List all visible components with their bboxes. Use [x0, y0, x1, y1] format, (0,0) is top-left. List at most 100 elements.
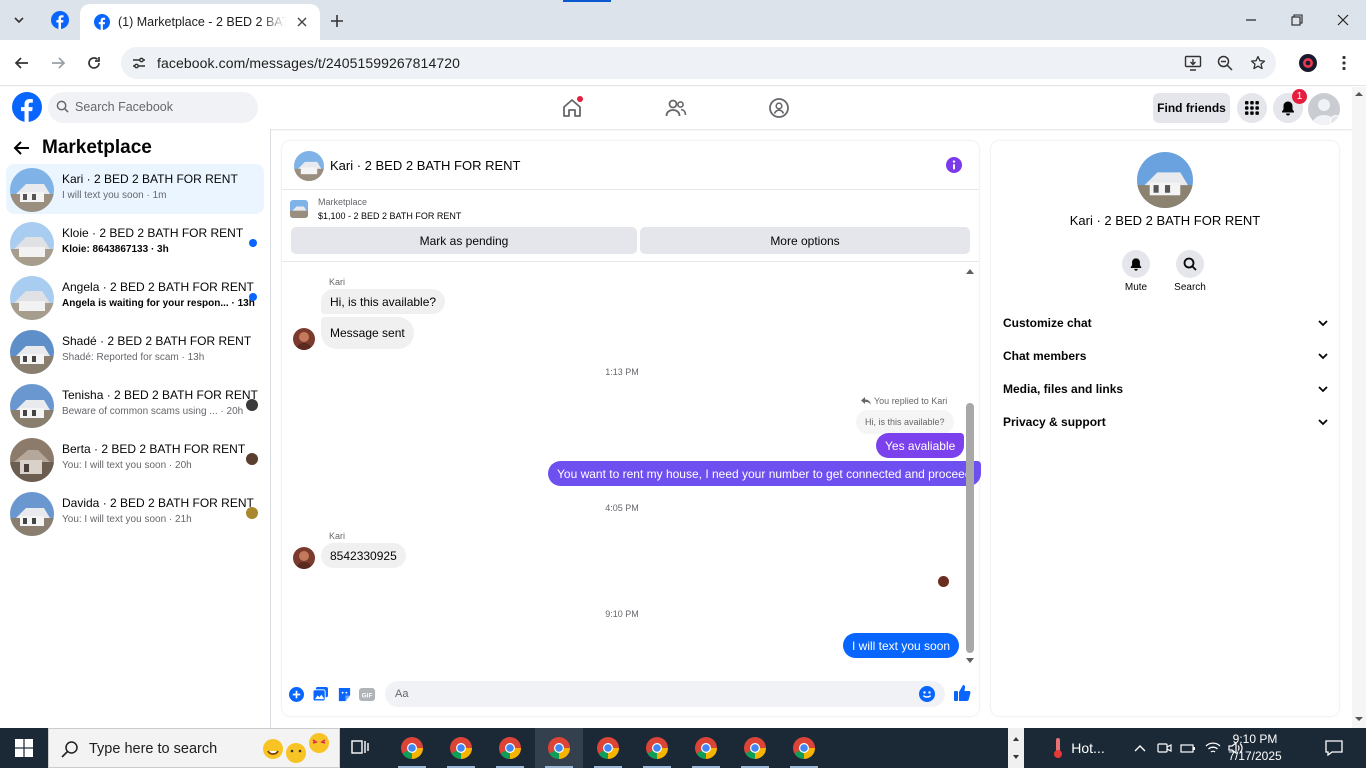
- outgoing-message[interactable]: I will text you soon: [843, 633, 960, 658]
- profile-photo[interactable]: [1137, 152, 1193, 208]
- facebook-search-input[interactable]: Search Facebook: [48, 92, 258, 123]
- chrome-window[interactable]: [633, 728, 681, 768]
- incoming-message[interactable]: Hi, is this available?: [321, 289, 446, 314]
- profile-chevron[interactable]: [1330, 115, 1340, 125]
- outgoing-message[interactable]: You want to rent my house, I need your n…: [548, 461, 981, 486]
- conversation-item[interactable]: Tenisha · 2 BED 2 BATH FOR RENT Beware o…: [6, 380, 264, 430]
- pinned-facebook-tab[interactable]: [42, 2, 78, 38]
- mute-button[interactable]: Mute: [1111, 250, 1161, 293]
- attach-photo-button[interactable]: [312, 686, 328, 702]
- sender-avatar[interactable]: [293, 547, 315, 569]
- sticker-button[interactable]: [336, 686, 352, 702]
- facebook-logo[interactable]: [12, 92, 42, 122]
- chrome-window[interactable]: [486, 728, 534, 768]
- incoming-message[interactable]: 8542330925: [321, 543, 406, 568]
- task-view-button[interactable]: [336, 728, 384, 768]
- house-photo-icon: [10, 168, 54, 212]
- groups-nav[interactable]: [764, 94, 794, 122]
- emoji-button[interactable]: [919, 686, 935, 702]
- outgoing-message[interactable]: Yes avaliable: [876, 433, 965, 458]
- gif-button[interactable]: GIF: [359, 686, 375, 702]
- customize-chat-section[interactable]: Customize chat: [1003, 310, 1329, 336]
- mark-as-pending-button[interactable]: Mark as pending: [291, 227, 637, 254]
- listing-title[interactable]: $1,100 - 2 BED 2 BATH FOR RENT: [318, 211, 461, 221]
- conversation-item[interactable]: Kloie · 2 BED 2 BATH FOR RENT Kloie: 864…: [6, 218, 264, 268]
- conversation-item[interactable]: Kari · 2 BED 2 BATH FOR RENT I will text…: [6, 164, 264, 214]
- conversation-name: Davida · 2 BED 2 BATH FOR RENT: [62, 496, 254, 510]
- sender-avatar[interactable]: [293, 328, 315, 350]
- new-tab-button[interactable]: [326, 10, 348, 32]
- menu-button[interactable]: [1237, 93, 1267, 123]
- media-files-links-section[interactable]: Media, files and links: [1003, 376, 1329, 402]
- search-in-conversation-button[interactable]: Search: [1165, 250, 1215, 293]
- show-hidden-icons[interactable]: [1130, 728, 1150, 768]
- weather-widget[interactable]: Hot...: [1040, 728, 1116, 768]
- chrome-window[interactable]: [584, 728, 632, 768]
- taskbar-search[interactable]: Type here to search: [48, 728, 340, 768]
- conversation-item[interactable]: Shadé · 2 BED 2 BATH FOR RENT Shadé: Rep…: [6, 326, 264, 376]
- arrow-left-icon[interactable]: [12, 138, 32, 158]
- minimize-button[interactable]: [1238, 8, 1264, 32]
- close-window-button[interactable]: [1330, 8, 1356, 32]
- privacy-support-section[interactable]: Privacy & support: [1003, 409, 1329, 435]
- tab-search-button[interactable]: [6, 8, 32, 32]
- chrome-window[interactable]: [731, 728, 779, 768]
- page-scrollbar[interactable]: [1352, 87, 1366, 728]
- chrome-menu-button[interactable]: [1334, 51, 1354, 75]
- forward-button[interactable]: [46, 51, 70, 75]
- like-button[interactable]: [953, 684, 971, 702]
- restore-button[interactable]: [1284, 8, 1310, 32]
- conversation-item[interactable]: Angela · 2 BED 2 BATH FOR RENT Angela is…: [6, 272, 264, 322]
- facebook-header: Search Facebook Find friends 1: [0, 87, 1352, 129]
- conversation-info-button[interactable]: [946, 157, 962, 173]
- chrome-window-active[interactable]: [535, 728, 583, 768]
- unread-dot: [249, 293, 257, 301]
- conversation-item[interactable]: Berta · 2 BED 2 BATH FOR RENT You: I wil…: [6, 434, 264, 484]
- chrome-window[interactable]: [780, 728, 828, 768]
- find-friends-button[interactable]: Find friends: [1153, 93, 1230, 123]
- user-avatar-icon: [296, 332, 312, 350]
- taskbar-scroll[interactable]: [1008, 728, 1024, 768]
- bookmark-button[interactable]: [1248, 53, 1268, 73]
- sender-name: Kari: [329, 277, 346, 287]
- listing-photo: [10, 384, 54, 428]
- chat-title[interactable]: Kari · 2 BED 2 BATH FOR RENT: [330, 158, 520, 173]
- chrome-window[interactable]: [682, 728, 730, 768]
- thread-scrollbar-thumb[interactable]: [966, 403, 974, 653]
- more-actions-button[interactable]: [288, 686, 304, 702]
- conversation-item[interactable]: Davida · 2 BED 2 BATH FOR RENT You: I wi…: [6, 488, 264, 538]
- listing-thumbnail[interactable]: [290, 200, 308, 218]
- gif-icon: GIF: [359, 687, 375, 701]
- quoted-message[interactable]: Hi, is this available?: [856, 410, 954, 434]
- chevron-up-icon: [1134, 745, 1146, 752]
- battery-icon-button[interactable]: [1178, 728, 1198, 768]
- active-tab[interactable]: (1) Marketplace - 2 BED 2 BATH FOR RENT: [80, 4, 320, 40]
- timestamp: 4:05 PM: [605, 503, 639, 513]
- taskbar-clock[interactable]: 9:10 PM 7/17/2025: [1219, 731, 1291, 765]
- page-title: Marketplace: [42, 137, 152, 158]
- start-button[interactable]: [0, 728, 48, 768]
- meet-now-icon-button[interactable]: [1155, 728, 1175, 768]
- chrome-window[interactable]: [388, 728, 436, 768]
- zoom-button[interactable]: [1215, 53, 1235, 73]
- friends-nav[interactable]: [661, 94, 691, 122]
- chevron-down-icon: [14, 17, 24, 24]
- reload-button[interactable]: [82, 51, 106, 75]
- back-button[interactable]: [10, 51, 34, 75]
- section-label: Privacy & support: [1003, 415, 1106, 429]
- more-options-button[interactable]: More options: [640, 227, 970, 254]
- reply-label: You replied to Kari: [861, 396, 947, 406]
- chat-avatar[interactable]: [294, 151, 324, 181]
- timestamp: 9:10 PM: [605, 609, 639, 619]
- chat-members-section[interactable]: Chat members: [1003, 343, 1329, 369]
- chevron-down-icon: [1318, 386, 1328, 393]
- incoming-message[interactable]: Message sent: [321, 317, 414, 349]
- install-app-button[interactable]: [1183, 53, 1203, 73]
- message-input[interactable]: Aa: [385, 681, 945, 707]
- notification-center-button[interactable]: [1318, 728, 1350, 768]
- profile-avatar[interactable]: [1308, 93, 1340, 125]
- tab-close-button[interactable]: [294, 14, 310, 30]
- extension-button[interactable]: [1296, 51, 1320, 75]
- address-bar[interactable]: facebook.com/messages/t/2405159926781472…: [121, 47, 1276, 79]
- chrome-window[interactable]: [437, 728, 485, 768]
